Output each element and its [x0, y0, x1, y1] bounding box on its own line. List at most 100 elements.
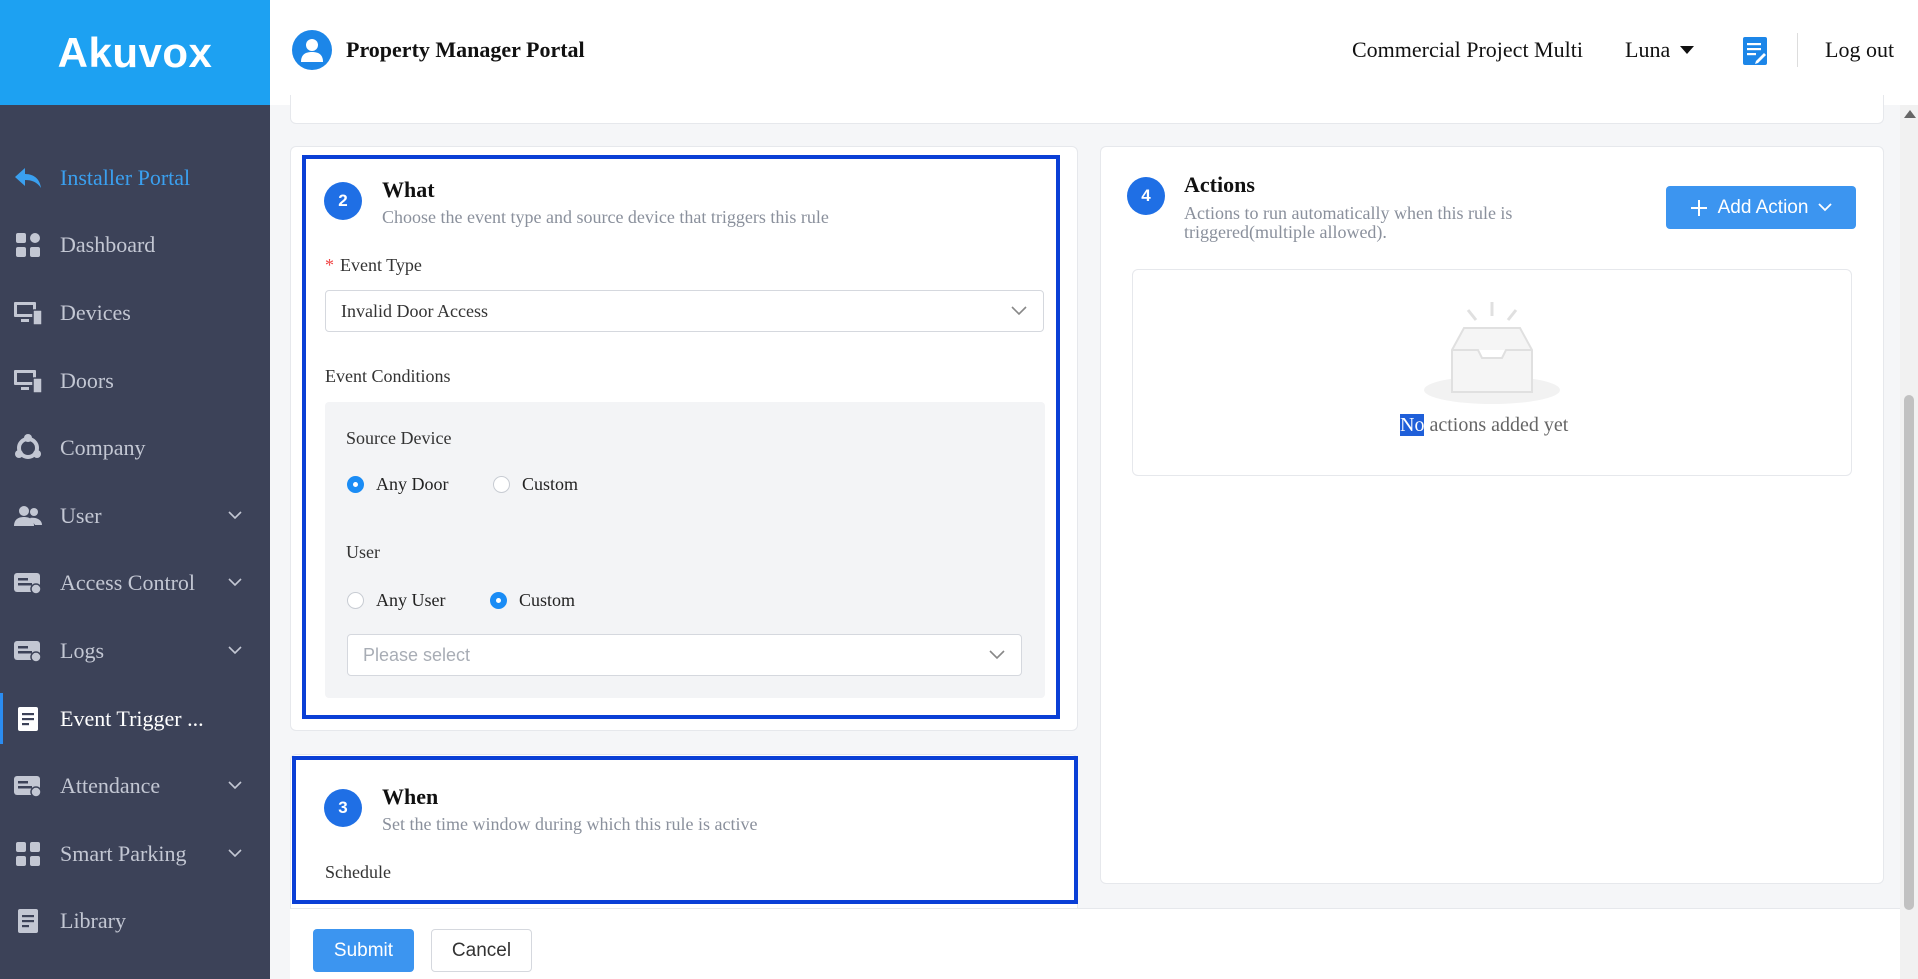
sidebar-item-label: Attendance	[60, 773, 161, 799]
schedule-label: Schedule	[325, 862, 391, 882]
sidebar: Akuvox Installer Portal Dashboard Device…	[0, 0, 270, 979]
chevron-down-icon	[989, 650, 1005, 660]
plus-icon	[1690, 199, 1707, 216]
scrollbar-thumb[interactable]	[1904, 395, 1914, 910]
header: Property Manager Portal Commercial Proje…	[270, 0, 1918, 105]
sidebar-item-user[interactable]: User	[0, 482, 270, 550]
what-subtitle: Choose the event type and source device …	[382, 207, 829, 227]
step-badge: 4	[1127, 177, 1165, 215]
when-subtitle: Set the time window during which this ru…	[382, 814, 758, 834]
sidebar-item-label: Logs	[60, 637, 104, 663]
required-asterisk: *	[325, 255, 334, 275]
sidebar-item-devices[interactable]: Devices	[0, 279, 270, 347]
document-edit-icon[interactable]	[1742, 36, 1768, 66]
add-action-button[interactable]: Add Action	[1666, 186, 1856, 229]
radio-source-custom[interactable]: Custom	[493, 474, 578, 495]
add-action-label: Add Action	[1717, 196, 1809, 218]
event-conditions-label: Event Conditions	[325, 366, 451, 386]
grid-icon	[12, 838, 44, 870]
sidebar-item-access-control[interactable]: Access Control	[0, 550, 270, 618]
document-icon	[12, 905, 44, 937]
radio-any-door[interactable]: Any Door	[347, 474, 449, 495]
sidebar-nav: Installer Portal Dashboard Devices Doors…	[0, 144, 270, 955]
when-card	[290, 754, 1078, 914]
selected-text: No	[1400, 414, 1425, 436]
header-divider	[1797, 33, 1798, 67]
document-icon	[12, 703, 44, 735]
what-title: What	[382, 177, 435, 202]
sidebar-item-library[interactable]: Library	[0, 888, 270, 956]
radio-label: Custom	[522, 474, 579, 494]
sidebar-item-attendance[interactable]: Attendance	[0, 752, 270, 820]
actions-card	[1100, 146, 1884, 884]
logo[interactable]: Akuvox	[0, 0, 270, 105]
sidebar-item-dashboard[interactable]: Dashboard	[0, 212, 270, 280]
previous-section-card	[290, 95, 1884, 124]
radio-unchecked-icon	[493, 476, 510, 493]
card-icon	[12, 770, 44, 802]
sidebar-item-logs[interactable]: Logs	[0, 617, 270, 685]
users-icon	[12, 500, 44, 532]
step-badge: 3	[324, 789, 362, 827]
card-icon	[12, 635, 44, 667]
empty-inbox-icon	[1424, 302, 1560, 404]
logout-link[interactable]: Log out	[1825, 37, 1894, 63]
sidebar-item-label: User	[60, 502, 102, 528]
user-name: Luna	[1625, 37, 1671, 62]
chevron-down-icon	[228, 511, 242, 519]
when-title: When	[382, 784, 439, 809]
radio-user-custom[interactable]: Custom	[490, 590, 575, 611]
sidebar-item-event-trigger[interactable]: Event Trigger ...	[0, 684, 270, 753]
radio-unchecked-icon	[347, 592, 364, 609]
chevron-down-icon	[228, 646, 242, 655]
user-avatar-icon	[292, 30, 332, 70]
cancel-button[interactable]: Cancel	[431, 929, 532, 972]
chevron-down-icon	[228, 781, 242, 790]
event-type-value: Invalid Door Access	[341, 300, 488, 321]
radio-checked-icon	[490, 592, 507, 609]
sidebar-item-label: Installer Portal	[60, 164, 191, 190]
actions-subtitle: Actions to run automatically when this r…	[1184, 203, 1513, 223]
sidebar-item-company[interactable]: Company	[0, 414, 270, 482]
actions-subtitle-line2: triggered(multiple allowed).	[1184, 222, 1387, 242]
card-icon	[12, 567, 44, 599]
grid-icon	[12, 229, 44, 261]
event-type-select[interactable]: Invalid Door Access	[325, 290, 1044, 332]
empty-state-text: No actions added yet	[1400, 414, 1569, 436]
back-arrow-icon	[12, 162, 44, 194]
user-label: User	[346, 542, 380, 562]
footer-bar	[290, 908, 1904, 979]
sidebar-item-label: Event Trigger ...	[60, 705, 204, 731]
monitor-icon	[12, 297, 44, 329]
radio-label: Custom	[519, 590, 576, 610]
user-menu[interactable]: Luna	[1625, 37, 1695, 63]
radio-any-user[interactable]: Any User	[347, 590, 446, 611]
sidebar-item-smart-parking[interactable]: Smart Parking	[0, 820, 270, 888]
event-type-label: * Event Type	[325, 255, 422, 275]
project-selector[interactable]: Commercial Project Multi	[1352, 37, 1583, 63]
source-device-label: Source Device	[346, 428, 452, 448]
sidebar-item-label: Devices	[60, 299, 131, 325]
chevron-down-icon	[228, 578, 242, 587]
logo-text: Akuvox	[57, 28, 213, 76]
step-badge: 2	[324, 182, 362, 220]
radio-checked-icon	[347, 476, 364, 493]
submit-button[interactable]: Submit	[313, 929, 414, 972]
sidebar-item-label: Doors	[60, 367, 114, 393]
portal-title: Property Manager Portal	[346, 37, 585, 62]
radio-label: Any User	[376, 590, 446, 610]
chevron-down-icon	[228, 849, 242, 857]
actions-title: Actions	[1184, 172, 1255, 197]
sidebar-item-label: Library	[60, 908, 126, 934]
caret-down-icon	[1680, 46, 1695, 54]
sidebar-item-doors[interactable]: Doors	[0, 347, 270, 415]
sidebar-item-label: Smart Parking	[60, 840, 187, 866]
radio-label: Any Door	[376, 474, 449, 494]
sidebar-item-installer-portal[interactable]: Installer Portal	[0, 144, 270, 212]
scroll-up-arrow-icon[interactable]	[1904, 110, 1916, 118]
user-select-placeholder: Please select	[363, 644, 471, 665]
user-select[interactable]: Please select	[347, 634, 1022, 676]
network-icon	[12, 432, 44, 464]
chevron-down-icon	[1011, 306, 1027, 316]
sidebar-item-label: Access Control	[60, 570, 196, 596]
